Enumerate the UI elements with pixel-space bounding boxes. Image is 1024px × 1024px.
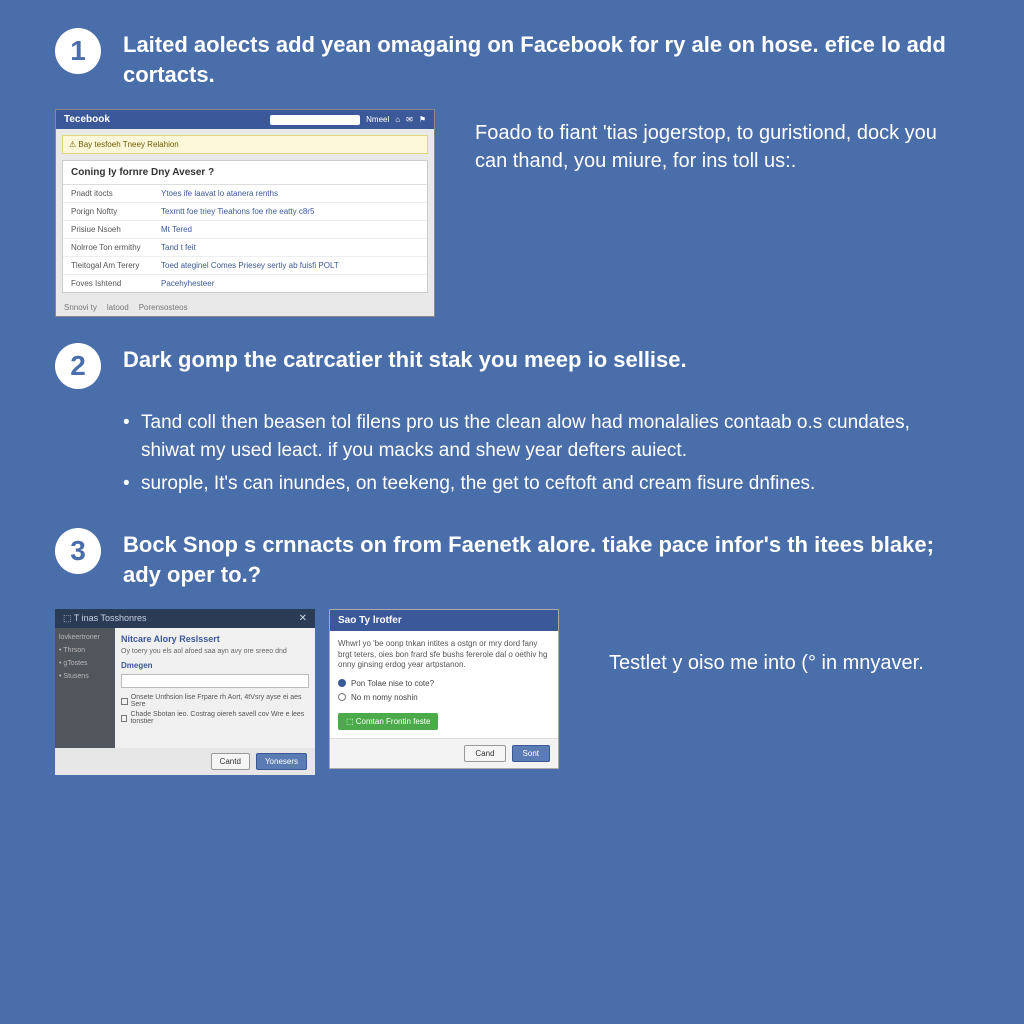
step-3-side-text: Testlet y oiso me into (° in mnyaver. (559, 609, 1024, 677)
step-1-side-text: Foado to fiant 'tias jogerstop, to guris… (435, 109, 969, 175)
cancel-button[interactable]: Cand (464, 745, 505, 762)
checkbox-icon[interactable] (121, 698, 128, 705)
mock-browser-1: Tecebook Nmeel ⌂ ✉ ⚑ ⚠ Bay tesfoeh Tneey… (55, 109, 435, 317)
table-row: Prisiue NsoehMt Tered (63, 221, 427, 239)
mock3-paragraph: Whwrl yo 'be oonp tnkan intites a ostgn … (338, 639, 550, 670)
mock1-footer: Snnovi ty latood Porensosteos (56, 299, 434, 316)
mock1-panel: Coning Iy fornre Dny Aveser ? Pnadt itoc… (62, 160, 428, 293)
cancel-button[interactable]: Cantd (211, 753, 250, 770)
table-row: Nolrroe Ton ermithyTand t feit (63, 239, 427, 257)
mock2-button-row: Cantd Yonesers (55, 748, 315, 775)
mock1-topbar-right: Nmeel ⌂ ✉ ⚑ (270, 115, 426, 125)
mock3-radio-1[interactable]: Pon Tolae nise to cote? (338, 679, 550, 688)
mock1-search[interactable] (270, 115, 360, 125)
mock2-check-2[interactable]: Chade Sbotan ieo. Costrag oiereh savell … (121, 711, 309, 725)
mock-dialog-3: Sao Ty lrotfer Whwrl yo 'be oonp tnkan i… (329, 609, 559, 768)
mock1-topbar: Tecebook Nmeel ⌂ ✉ ⚑ (56, 110, 434, 129)
table-row: Porign NofttyTexmtt foe triey Tieahons f… (63, 203, 427, 221)
mock1-panel-title: Coning Iy fornre Dny Aveser ? (63, 161, 427, 185)
mock2-check-1[interactable]: Onsete Unthsion lise Frpare rh Aort, 4tV… (121, 694, 309, 708)
step-2-bullets: Tand coll then beasen tol filens pro us … (123, 409, 969, 498)
mock2-section: Dmegen (121, 661, 309, 670)
step-2: 2 Dark gomp the catrcatier thit stak you… (55, 343, 969, 389)
mock2-heading: Nitcare Alory Reslssert (121, 634, 309, 644)
mock1-link-1[interactable]: Nmeel (366, 115, 389, 124)
mock1-brand: Tecebook (64, 114, 110, 125)
table-row: Foves IshtendPacehyhesteer (63, 275, 427, 292)
table-row: Tleitogal Am TereryToed ateginel Comes P… (63, 257, 427, 275)
mock1-footer-link[interactable]: Snnovi ty (64, 303, 97, 312)
mock2-main: Nitcare Alory Reslssert Oy toery you els… (115, 628, 315, 748)
sidebar-item[interactable]: lovkeertroner (59, 634, 111, 641)
close-icon[interactable]: ✕ (299, 613, 307, 624)
mock1-footer-link[interactable]: latood (107, 303, 129, 312)
table-row: Pnadt itoctsYtoes ife laavat lo atanera … (63, 185, 427, 203)
mock3-radio-2[interactable]: No m nomy noshin (338, 693, 550, 702)
step-1: 1 Laited aolects add yean omagaing on Fa… (55, 28, 969, 89)
mock1-banner: ⚠ Bay tesfoeh Tneey Relahion (62, 135, 428, 154)
step-3: 3 Bock Snop s crnnacts on from Faenetk a… (55, 528, 969, 589)
mail-icon[interactable]: ✉ (406, 115, 413, 124)
mock2-title: ⬚ T inas Tosshonres (63, 613, 147, 624)
confirm-button[interactable]: ⬚ Comtan Frontin feste (338, 713, 438, 730)
mock3-title: Sao Ty lrotfer (330, 610, 558, 631)
list-item: Tand coll then beasen tol filens pro us … (123, 409, 969, 464)
list-item: surople, It's can inundes, on teekeng, t… (123, 470, 969, 498)
ok-button[interactable]: Yonesers (256, 753, 307, 770)
mock2-titlebar: ⬚ T inas Tosshonres ✕ (55, 609, 315, 628)
step-1-badge: 1 (55, 28, 101, 74)
flag-icon[interactable]: ⚑ (419, 115, 426, 124)
radio-icon[interactable] (338, 693, 346, 701)
home-icon[interactable]: ⌂ (395, 115, 400, 124)
step-1-text: Laited aolects add yean omagaing on Face… (123, 28, 969, 89)
mock1-footer-link[interactable]: Porensosteos (139, 303, 188, 312)
mock2-input[interactable] (121, 674, 309, 688)
sidebar-item[interactable]: • Thrson (59, 647, 111, 654)
mock-window-2: ⬚ T inas Tosshonres ✕ lovkeertroner • Th… (55, 609, 315, 775)
send-button[interactable]: Sont (512, 745, 550, 762)
sidebar-item[interactable]: • gTostes (59, 660, 111, 667)
step-3-badge: 3 (55, 528, 101, 574)
step-3-text: Bock Snop s crnnacts on from Faenetk alo… (123, 528, 969, 589)
mock2-sidebar: lovkeertroner • Thrson • gTostes • Stuse… (55, 628, 115, 748)
sidebar-item[interactable]: • Stusens (59, 673, 111, 680)
step-2-badge: 2 (55, 343, 101, 389)
mock3-button-row: Cand Sont (330, 738, 558, 768)
mock2-subtext: Oy toery you els aol afoed saa ayn avy o… (121, 648, 309, 655)
radio-icon[interactable] (338, 679, 346, 687)
step-2-text: Dark gomp the catrcatier thit stak you m… (123, 343, 969, 375)
checkbox-icon[interactable] (121, 715, 127, 722)
